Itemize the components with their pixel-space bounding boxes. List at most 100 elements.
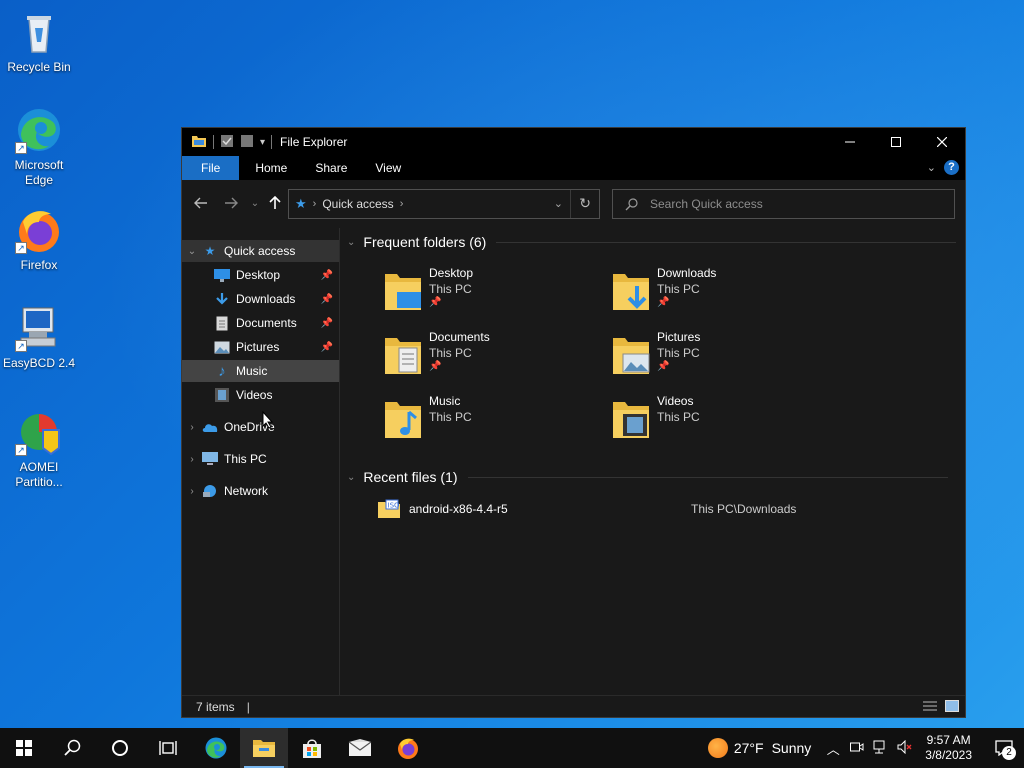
explorer-body: ⌄ ★ Quick access Desktop 📌 Downloads 📌 D… [182, 228, 965, 695]
help-icon[interactable]: ? [944, 160, 959, 175]
desktop-icon-aomei[interactable]: ↗ AOMEI Partitio... [0, 408, 78, 490]
chevron-right-icon[interactable]: › [182, 422, 202, 433]
up-button[interactable] [264, 192, 286, 214]
divider [467, 476, 948, 478]
tab-file[interactable]: File [182, 156, 240, 180]
section-title: Recent files (1) [363, 469, 458, 485]
sidebar-item-label: Downloads [236, 292, 296, 306]
network-icon[interactable] [869, 740, 893, 757]
search-box[interactable]: Search Quick access [612, 189, 955, 219]
taskbar-file-explorer[interactable] [240, 728, 288, 768]
desktop-icon-recycle-bin[interactable]: Recycle Bin [0, 8, 78, 75]
folder-tile-videos[interactable]: Videos This PC [611, 394, 831, 454]
taskbar-edge[interactable] [192, 728, 240, 768]
recent-files-header[interactable]: ⌄ Recent files (1) [347, 469, 948, 485]
chevron-right-icon[interactable]: › [400, 198, 404, 210]
folder-tile-pictures[interactable]: Pictures This PC 📌 [611, 330, 831, 390]
folder-name: Documents [429, 330, 490, 344]
file-explorer-window: ▾ File Explorer File Home Share View ⌄ ?… [181, 127, 966, 718]
weather-widget[interactable]: 27°F Sunny [707, 738, 812, 758]
sidebar-item-videos[interactable]: Videos [182, 384, 339, 406]
desktop-icon-easybcd[interactable]: ↗ EasyBCD 2.4 [0, 304, 78, 371]
chevron-down-icon[interactable]: ⌄ [182, 246, 202, 257]
notification-badge: 2 [1002, 746, 1016, 760]
navigation-bar: ⌄ ★ › Quick access › ⌄ ↻ Search Quick ac… [182, 180, 965, 228]
chevron-down-icon[interactable]: ⌄ [347, 237, 355, 248]
folder-tile-desktop[interactable]: Desktop This PC 📌 [383, 266, 603, 326]
sidebar-item-onedrive[interactable]: › OneDrive [182, 416, 339, 438]
desktop-icon-label: AOMEI Partitio... [15, 460, 63, 489]
store-icon [303, 739, 321, 758]
details-view-icon[interactable] [923, 700, 937, 715]
videos-icon [214, 387, 230, 403]
sidebar-item-label: Network [224, 484, 269, 498]
edge-icon [205, 737, 227, 759]
chevron-down-icon[interactable]: ⌄ [554, 197, 563, 210]
status-bar: 7 items | [182, 695, 965, 717]
frequent-folders-header[interactable]: ⌄ Frequent folders (6) [347, 234, 957, 250]
window-title: File Explorer [280, 135, 348, 149]
sidebar-item-this-pc[interactable]: › This PC [182, 448, 339, 470]
taskbar-firefox[interactable] [384, 728, 432, 768]
new-folder-icon[interactable] [240, 134, 254, 151]
start-button[interactable] [0, 728, 48, 768]
taskbar-store[interactable] [288, 728, 336, 768]
folder-tile-documents[interactable]: Documents This PC 📌 [383, 330, 603, 390]
chevron-right-icon[interactable]: › [182, 486, 202, 497]
sidebar-item-network[interactable]: › Network [182, 480, 339, 502]
sidebar-item-quick-access[interactable]: ⌄ ★ Quick access [182, 240, 339, 262]
file-name: android-x86-4.4-r5 [409, 502, 508, 516]
clock[interactable]: 9:57 AM 3/8/2023 [925, 733, 972, 763]
sunny-icon [707, 738, 728, 758]
desktop-icon-firefox[interactable]: ↗ Firefox [0, 206, 78, 273]
sidebar-item-music[interactable]: ♪ Music [182, 360, 339, 382]
chevron-right-icon[interactable]: › [182, 454, 202, 465]
desktop-icon-edge[interactable]: ↗ Microsoft Edge [0, 106, 78, 188]
folder-tile-music[interactable]: Music This PC [383, 394, 603, 454]
minimize-button[interactable] [827, 128, 873, 156]
properties-icon[interactable] [220, 134, 234, 151]
section-title: Frequent folders (6) [363, 234, 487, 250]
search-input[interactable]: Search Quick access [650, 197, 763, 211]
pictures-folder-icon [613, 338, 650, 374]
temperature: 27°F [733, 740, 764, 756]
sidebar-item-pictures[interactable]: Pictures 📌 [182, 336, 339, 358]
maximize-button[interactable] [873, 128, 919, 156]
content-pane: ⌄ Frequent folders (6) Desktop This PC 📌… [341, 228, 965, 695]
refresh-icon[interactable]: ↻ [579, 195, 591, 212]
taskbar-mail[interactable] [336, 728, 384, 768]
expand-ribbon-icon[interactable]: ⌄ [927, 161, 936, 174]
chevron-right-icon[interactable]: › [313, 198, 317, 210]
cortana-icon [112, 740, 128, 756]
chevron-down-icon[interactable]: ⌄ [347, 472, 355, 483]
search-button[interactable] [48, 728, 96, 768]
customize-toolbar-icon[interactable]: ▾ [260, 137, 265, 148]
folder-tile-downloads[interactable]: Downloads This PC 📌 [611, 266, 831, 326]
breadcrumb[interactable]: Quick access [322, 197, 393, 211]
cortana-button[interactable] [96, 728, 144, 768]
desktop-icon [214, 267, 230, 283]
mouse-cursor-icon [262, 411, 274, 429]
address-bar[interactable]: ★ › Quick access › ⌄ ↻ [288, 189, 600, 219]
weather-description: Sunny [771, 740, 812, 756]
action-center-button[interactable]: 2 [984, 728, 1024, 768]
meet-now-icon[interactable] [845, 741, 869, 756]
tab-home[interactable]: Home [241, 156, 301, 180]
sidebar-item-downloads[interactable]: Downloads 📌 [182, 288, 339, 310]
sidebar-item-label: Videos [236, 388, 273, 402]
tab-view[interactable]: View [361, 156, 415, 180]
large-icons-view-icon[interactable] [945, 700, 959, 715]
sidebar-item-desktop[interactable]: Desktop 📌 [182, 264, 339, 286]
forward-button[interactable] [220, 192, 242, 214]
tab-share[interactable]: Share [301, 156, 361, 180]
recent-locations-button[interactable]: ⌄ [244, 192, 266, 214]
close-button[interactable] [919, 128, 965, 156]
back-button[interactable] [190, 192, 212, 214]
pin-icon: 📌 [429, 361, 442, 372]
sidebar-item-label: Documents [236, 316, 297, 330]
sidebar-item-documents[interactable]: Documents 📌 [182, 312, 339, 334]
list-item[interactable]: ISO android-x86-4.4-r5 This PC\Downloads [377, 497, 937, 521]
volume-muted-icon[interactable] [893, 739, 917, 757]
chevron-up-icon[interactable]: ︿ [821, 739, 845, 758]
task-view-button[interactable] [144, 728, 192, 768]
